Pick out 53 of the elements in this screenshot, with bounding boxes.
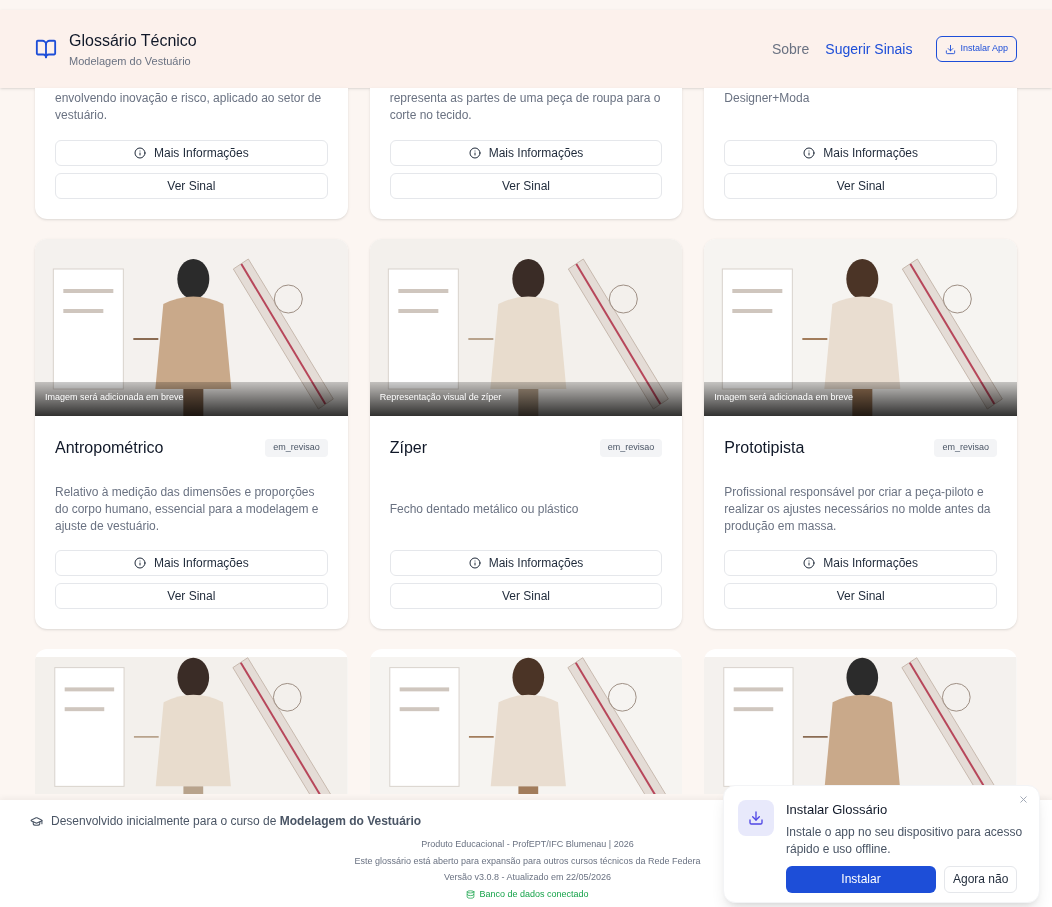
status-badge: em_revisao xyxy=(934,439,997,457)
not-now-button[interactable]: Agora não xyxy=(944,865,1018,893)
term-title: Zíper xyxy=(389,438,427,458)
info-icon xyxy=(803,147,816,159)
term-description: Fecho dentado metálico ou plástico xyxy=(389,501,580,518)
view-sign-button[interactable]: Ver Sinal xyxy=(389,173,663,199)
more-info-button[interactable]: Mais Informações xyxy=(389,140,663,166)
view-sign-button[interactable]: Ver Sinal xyxy=(724,583,997,609)
app-title: Glossário Técnico xyxy=(69,30,197,51)
term-description: Profissional responsável por criar a peça-piloto e realizar os ajustes necessários no molde antes da produção em massa. xyxy=(724,484,992,535)
term-description: Relativo à medição das dimensões e proporções do corpo humano, essencial para a modelagem e ajuste de vestuário. xyxy=(55,484,320,535)
term-title: Antropométrico xyxy=(55,438,164,458)
download-icon xyxy=(945,43,957,55)
nav-link[interactable]: Sugerir Sinais xyxy=(825,38,913,60)
view-sign-button[interactable]: Ver Sinal xyxy=(55,583,328,609)
book-icon xyxy=(35,38,57,60)
image-caption: Imagem será adicionada em breve xyxy=(45,390,184,404)
graduation-cap-icon xyxy=(30,814,43,828)
status-badge: em_revisao xyxy=(265,439,328,457)
status-badge: em_revisao xyxy=(599,439,663,457)
view-sign-button[interactable]: Ver Sinal xyxy=(724,173,997,199)
term-description: Designer+Moda xyxy=(724,90,811,107)
more-info-button[interactable]: Mais Informações xyxy=(389,550,663,576)
download-icon xyxy=(748,810,764,826)
prompt-title: Instalar Glossário xyxy=(786,801,889,819)
footer-text: Produto Educacional - ProfEPT/IFC Blumenau | 2026 xyxy=(421,838,634,851)
info-icon xyxy=(133,147,146,159)
image-caption: Representação visual de zíper xyxy=(379,390,502,404)
more-info-button[interactable]: Mais Informações xyxy=(724,140,997,166)
footer-text: Este glossário está aberto para expansão para outros cursos técnicos da Rede Federa xyxy=(354,854,701,868)
info-icon xyxy=(468,147,481,159)
info-icon xyxy=(803,557,816,569)
view-sign-button[interactable]: Ver Sinal xyxy=(389,583,663,609)
image-caption: Imagem será adicionada em breve xyxy=(714,390,853,404)
database-status: Banco de dados conectado xyxy=(466,887,589,901)
app-subtitle: Modelagem do Vestuário xyxy=(69,53,192,69)
info-icon xyxy=(468,557,481,569)
footer-text: Versão v3.0.8 - Atualizado em 22/05/2026 xyxy=(443,871,612,884)
course-note: Desenvolvido inicialmente para o curso de Modelagem do Vestuário xyxy=(51,813,422,830)
more-info-button[interactable]: Mais Informações xyxy=(724,550,997,576)
nav-link[interactable]: Sobre xyxy=(771,38,810,60)
term-description: envolvendo inovação e risco, aplicado ao setor de vestuário. xyxy=(55,90,323,124)
term-title: Prototipista xyxy=(724,438,805,458)
prompt-message: Instale o app no seu dispositivo para acesso rápido e uso offline. xyxy=(786,823,1024,858)
install-app-button[interactable]: Instalar App xyxy=(936,36,1017,62)
view-sign-button[interactable]: Ver Sinal xyxy=(55,173,328,199)
more-info-button[interactable]: Mais Informações xyxy=(55,140,328,166)
database-icon xyxy=(466,889,476,899)
close-icon[interactable] xyxy=(1018,794,1029,805)
info-icon xyxy=(133,557,146,569)
install-button[interactable]: Instalar xyxy=(786,865,936,893)
term-description: representa as partes de uma peça de roupa para o corte no tecido. xyxy=(389,90,662,124)
more-info-button[interactable]: Mais Informações xyxy=(55,550,328,576)
